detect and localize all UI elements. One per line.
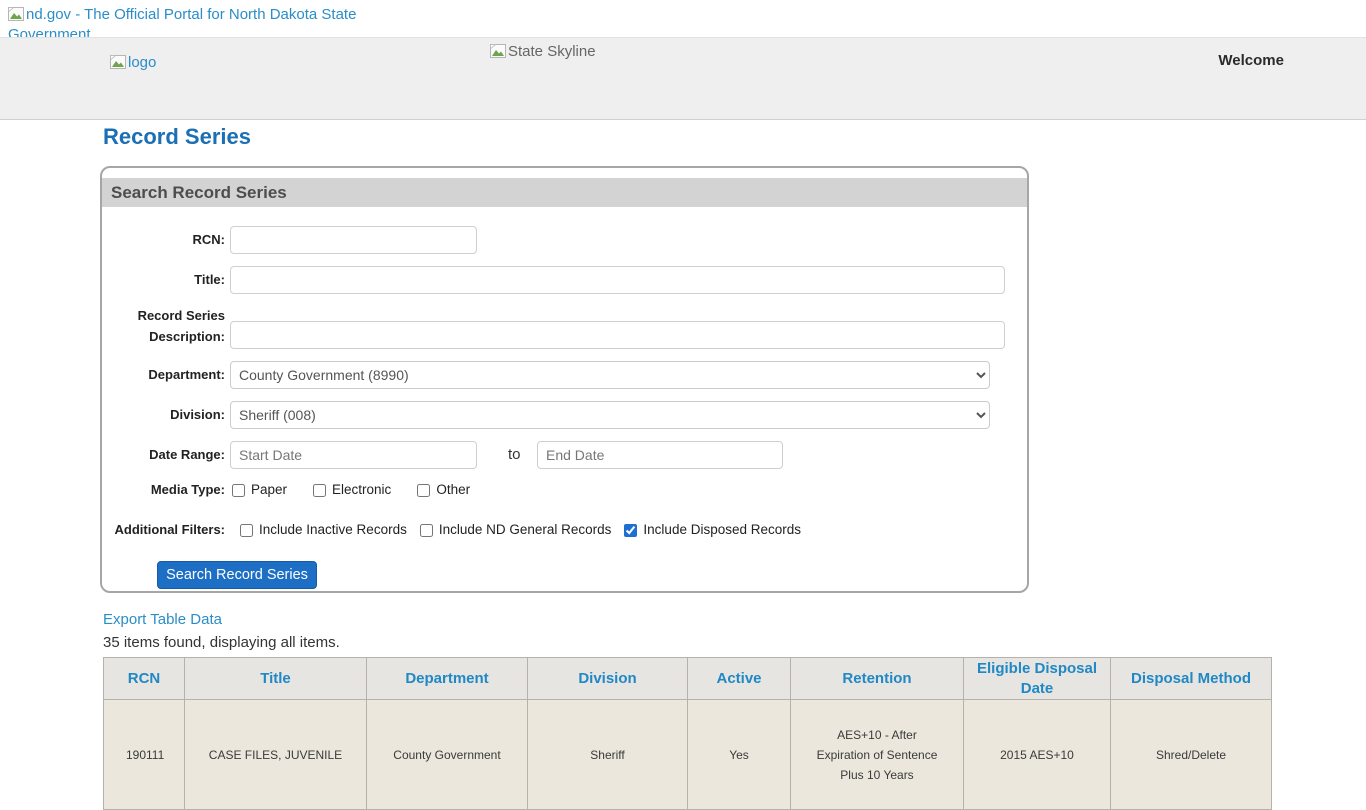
- column-header-division[interactable]: Division: [528, 658, 688, 700]
- filter-include-disposed-label: Include Disposed Records: [643, 520, 801, 540]
- column-header-department[interactable]: Department: [367, 658, 528, 700]
- skyline-image: State Skyline: [490, 43, 596, 60]
- department-label: Department:: [110, 361, 225, 389]
- page-title: Record Series: [103, 124, 251, 150]
- date-range-label: Date Range:: [110, 441, 225, 469]
- broken-image-icon: [8, 7, 24, 21]
- filter-nd-general-item: Include ND General Records: [420, 520, 612, 540]
- rcn-label: RCN:: [110, 226, 225, 254]
- title-label: Title:: [110, 266, 225, 294]
- cell-active: Yes: [688, 700, 791, 810]
- end-date-input[interactable]: [537, 441, 783, 469]
- cell-division: Sheriff: [528, 700, 688, 810]
- media-paper-label: Paper: [251, 480, 287, 500]
- filter-include-inactive-label: Include Inactive Records: [259, 520, 407, 540]
- column-header-rcn[interactable]: RCN: [104, 658, 185, 700]
- filter-include-nd-general-checkbox[interactable]: [420, 524, 433, 537]
- media-paper-checkbox[interactable]: [232, 484, 245, 497]
- media-other-label: Other: [436, 480, 470, 500]
- cell-rcn: 190111: [104, 700, 185, 810]
- cell-department: County Government: [367, 700, 528, 810]
- filter-disposed-item: Include Disposed Records: [624, 520, 801, 540]
- logo-alt-text: logo: [128, 54, 156, 71]
- results-table: RCN Title Department Division Active Ret…: [103, 657, 1272, 810]
- column-header-retention[interactable]: Retention: [791, 658, 964, 700]
- filter-include-inactive-checkbox[interactable]: [240, 524, 253, 537]
- header-bar: logo State Skyline Welcome: [0, 37, 1366, 120]
- rcn-input[interactable]: [230, 226, 477, 254]
- media-paper-item: Paper: [232, 480, 287, 500]
- media-electronic-label: Electronic: [332, 480, 391, 500]
- media-electronic-checkbox[interactable]: [313, 484, 326, 497]
- filter-include-disposed-checkbox[interactable]: [624, 524, 637, 537]
- broken-image-icon: [490, 44, 506, 58]
- title-input[interactable]: [230, 266, 1005, 294]
- export-table-data-link[interactable]: Export Table Data: [103, 611, 222, 628]
- logo-link[interactable]: logo: [110, 54, 156, 71]
- cell-retention: AES+10 - After Expiration of Sentence Pl…: [791, 700, 964, 810]
- cell-title: CASE FILES, JUVENILE: [185, 700, 367, 810]
- search-record-series-button[interactable]: Search Record Series: [157, 561, 317, 589]
- welcome-text: Welcome: [1218, 52, 1284, 69]
- description-input[interactable]: [230, 321, 1005, 349]
- date-range-to-text: to: [508, 441, 521, 469]
- start-date-input[interactable]: [230, 441, 477, 469]
- search-panel-title: Search Record Series: [102, 178, 1027, 207]
- broken-image-icon: [110, 55, 126, 69]
- filter-inactive-item: Include Inactive Records: [240, 520, 407, 540]
- media-other-checkbox[interactable]: [417, 484, 430, 497]
- media-type-label: Media Type:: [110, 480, 225, 500]
- table-header-row: RCN Title Department Division Active Ret…: [104, 658, 1272, 700]
- additional-filters-group: Include Inactive Records Include ND Gene…: [240, 520, 801, 540]
- media-type-group: Paper Electronic Other: [232, 480, 470, 500]
- search-panel: Search Record Series RCN: Title: Record …: [100, 166, 1029, 593]
- column-header-disposal-method[interactable]: Disposal Method: [1111, 658, 1272, 700]
- media-electronic-item: Electronic: [313, 480, 391, 500]
- table-row: 190111 CASE FILES, JUVENILE County Gover…: [104, 700, 1272, 810]
- column-header-title[interactable]: Title: [185, 658, 367, 700]
- division-label: Division:: [110, 401, 225, 429]
- division-select[interactable]: Sheriff (008): [230, 401, 990, 429]
- department-select[interactable]: County Government (8990): [230, 361, 990, 389]
- media-other-item: Other: [417, 480, 470, 500]
- description-label: Record Series Description:: [110, 305, 225, 347]
- cell-disposal-method: Shred/Delete: [1111, 700, 1272, 810]
- skyline-alt-text: State Skyline: [508, 43, 596, 60]
- filter-include-nd-general-label: Include ND General Records: [439, 520, 612, 540]
- column-header-eligible-disposal-date[interactable]: Eligible Disposal Date: [964, 658, 1111, 700]
- column-header-active[interactable]: Active: [688, 658, 791, 700]
- additional-filters-label: Additional Filters:: [110, 520, 225, 540]
- cell-eligible-disposal-date: 2015 AES+10: [964, 700, 1111, 810]
- results-summary: 35 items found, displaying all items.: [103, 634, 340, 651]
